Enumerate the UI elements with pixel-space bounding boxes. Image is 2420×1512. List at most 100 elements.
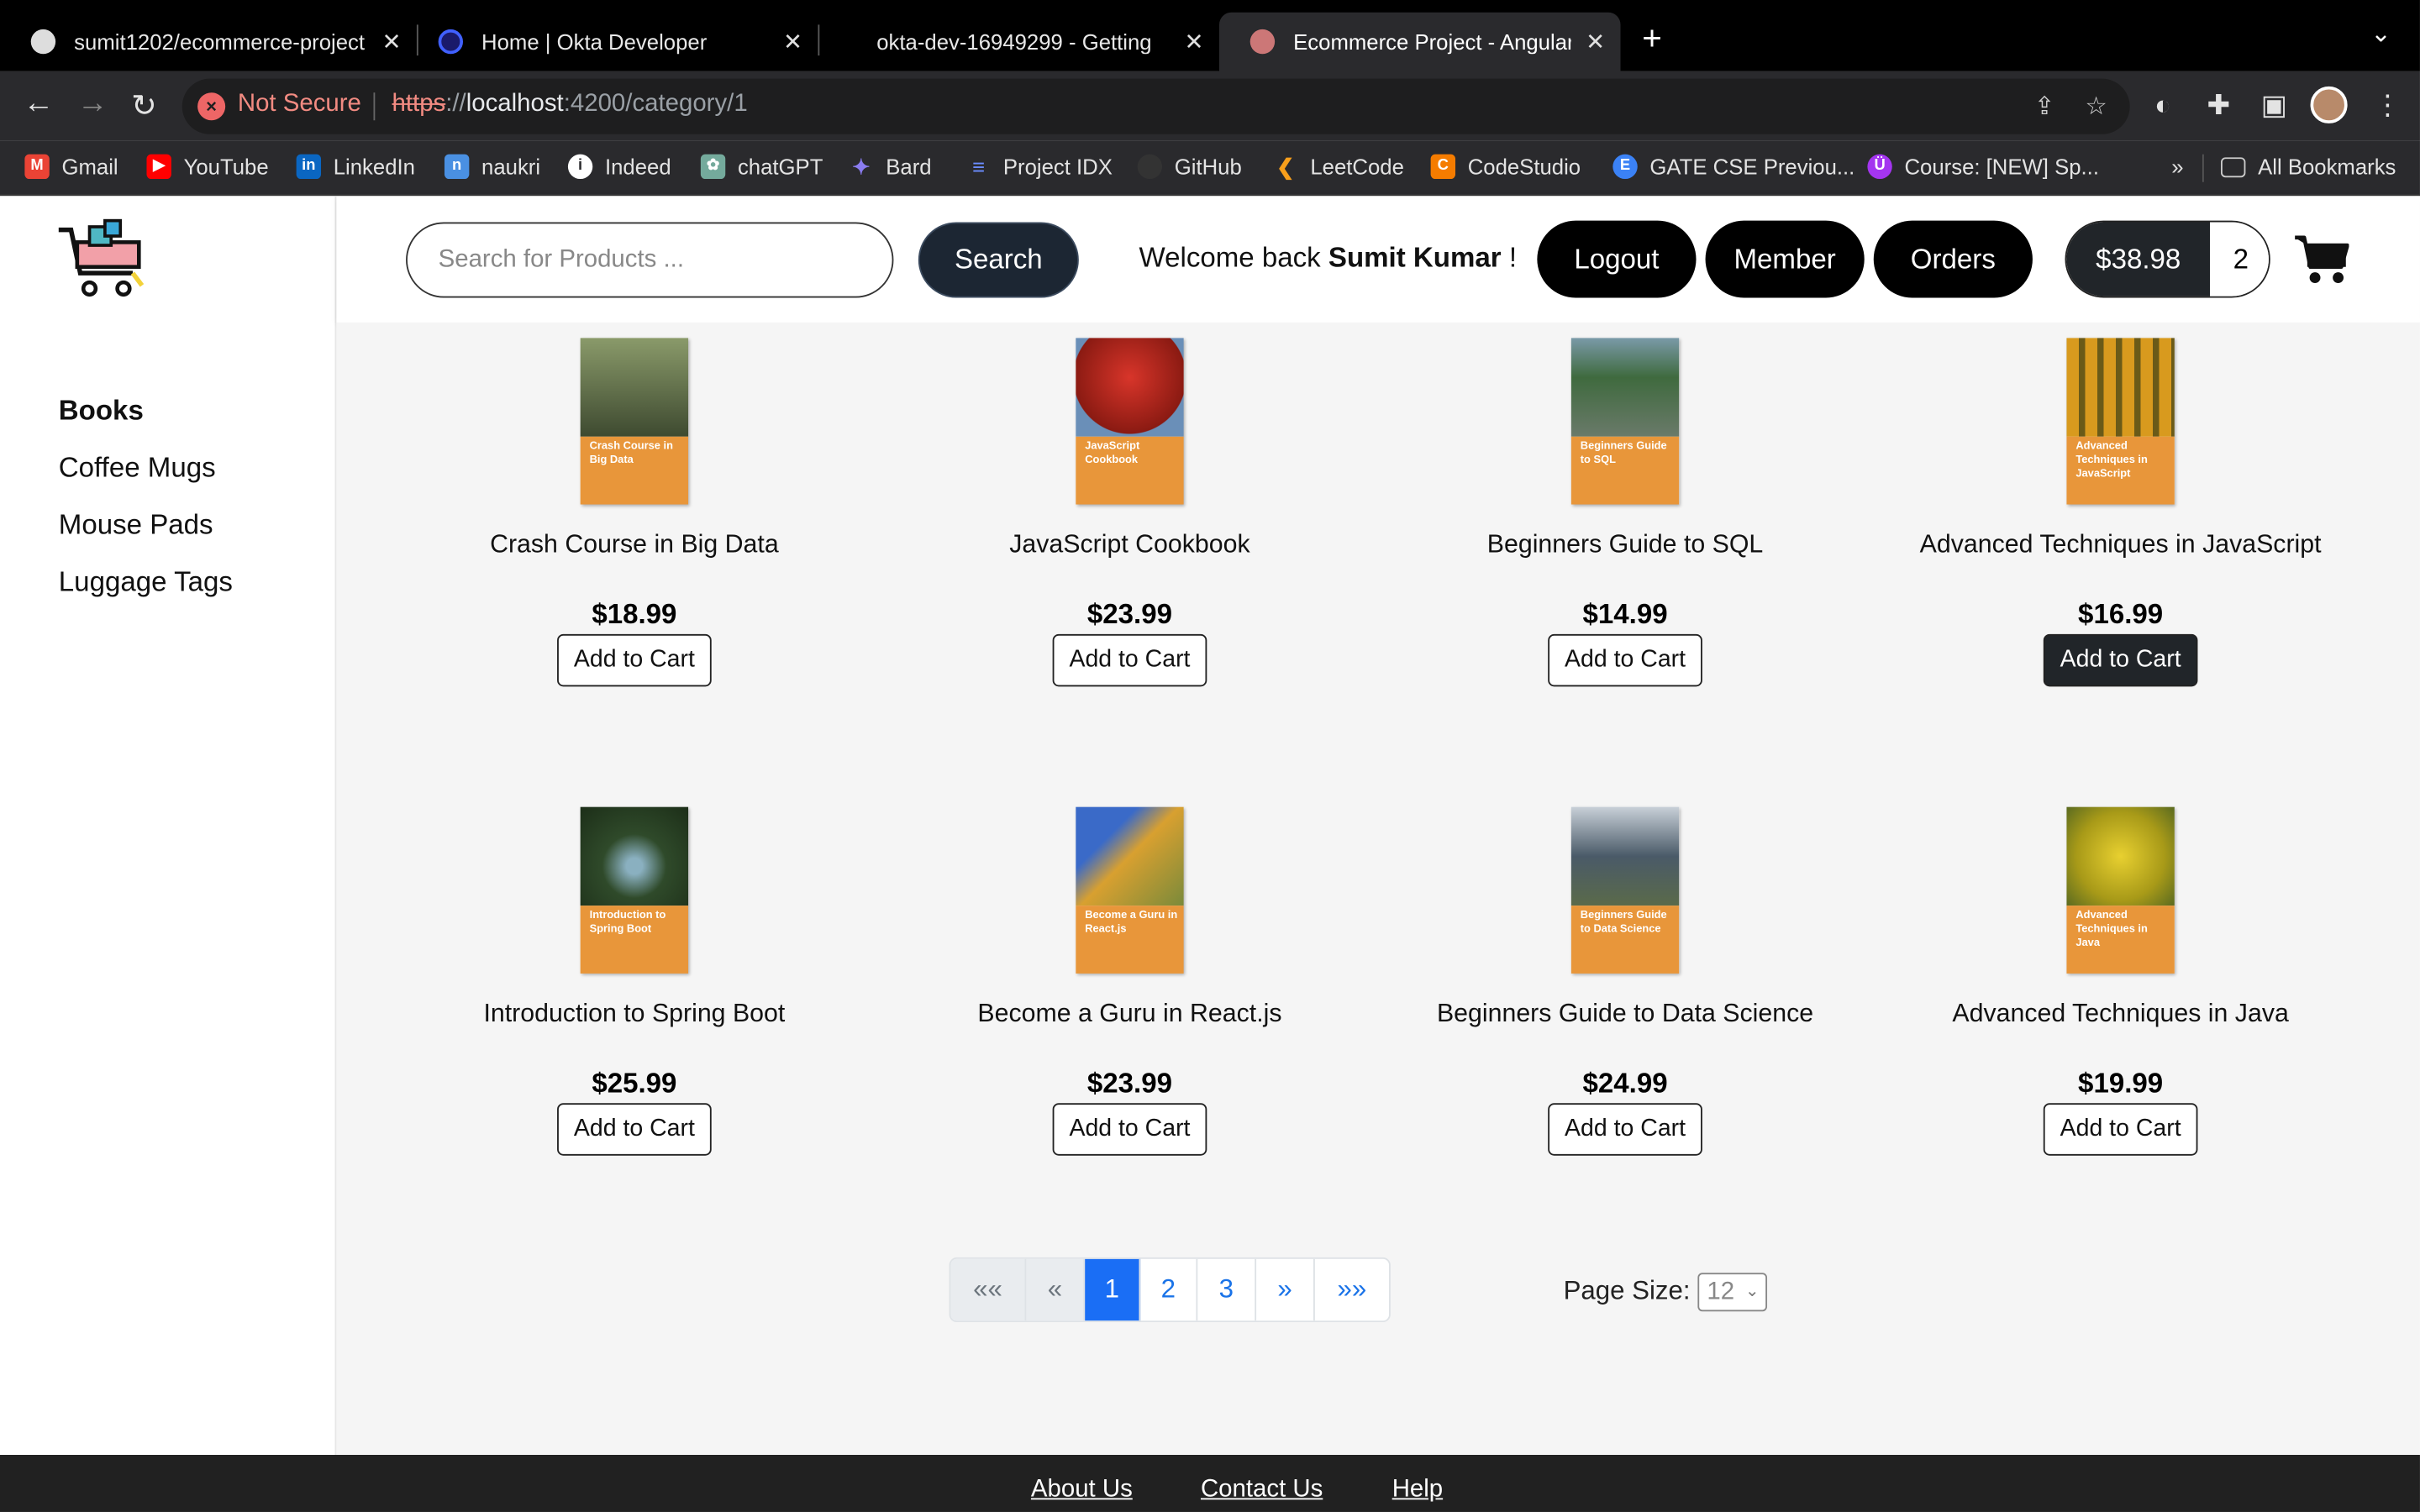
page-size-value: 12 xyxy=(1707,1278,1735,1305)
bookmark-youtube[interactable]: ▶ YouTube xyxy=(146,154,269,180)
cover-photo xyxy=(2066,806,2175,906)
product-price: $23.99 xyxy=(1086,598,1173,630)
kebab-menu-icon[interactable]: ⋮ xyxy=(2374,90,2402,123)
page-1-button[interactable]: 1 xyxy=(1085,1258,1141,1321)
book-cover-image[interactable]: Introduction to Spring Boot xyxy=(580,806,689,974)
bookmark-codestudio[interactable]: C CodeStudio xyxy=(1430,154,1581,180)
logout-button[interactable]: Logout xyxy=(1537,220,1697,298)
cover-photo xyxy=(1570,806,1680,906)
search-input[interactable] xyxy=(406,222,894,298)
all-bookmarks-button[interactable]: All Bookmarks xyxy=(2221,155,2396,179)
product-name[interactable]: Beginners Guide to Data Science xyxy=(1394,1000,1857,1029)
first-page-button[interactable]: «« xyxy=(950,1258,1027,1321)
bookmark-label: Project IDX xyxy=(1002,154,1113,180)
page-size-select[interactable]: 12 ⌄ xyxy=(1697,1273,1768,1312)
page-2-button[interactable]: 2 xyxy=(1140,1258,1198,1321)
shop-cart-logo[interactable] xyxy=(55,218,148,304)
footer-link-contact-us[interactable]: Contact Us xyxy=(1201,1477,1323,1504)
sidebar-item-mouse-pads[interactable]: Mouse Pads xyxy=(59,509,213,542)
back-arrow-icon[interactable]: ← xyxy=(24,87,55,122)
cover-photo xyxy=(1076,338,1184,437)
bookmark-udemy-course[interactable]: Ü Course: [NEW] Sp... xyxy=(1867,154,2099,180)
browser-tab-okta-dev[interactable]: okta-dev-16949299 - Getting ✕ xyxy=(818,13,1219,71)
cover-photo xyxy=(2066,338,2175,437)
side-panel-icon[interactable]: ▣ xyxy=(2261,90,2287,123)
book-cover-image[interactable]: Beginners Guide to Data Science xyxy=(1570,806,1680,974)
bookmarks-overflow-icon[interactable]: » xyxy=(2171,155,2183,179)
product-name[interactable]: Advanced Techniques in Java xyxy=(1889,1000,2352,1029)
last-page-button[interactable]: »» xyxy=(1315,1259,1389,1320)
product-name[interactable]: Advanced Techniques in JavaScript xyxy=(1889,531,2352,560)
add-to-cart-button[interactable]: Add to Cart xyxy=(1052,1103,1207,1156)
site-footer: About Us Contact Us Help xyxy=(0,1455,2420,1512)
add-to-cart-button[interactable]: Add to Cart xyxy=(557,633,712,687)
product-name[interactable]: Beginners Guide to SQL xyxy=(1394,531,1857,560)
codestudio-icon: C xyxy=(1430,154,1456,180)
sidebar-item-luggage-tags[interactable]: Luggage Tags xyxy=(59,566,233,599)
next-page-button[interactable]: » xyxy=(1256,1258,1315,1321)
bookmark-indeed[interactable]: i Indeed xyxy=(567,154,671,180)
bookmark-linkedin[interactable]: in LinkedIn xyxy=(296,154,415,180)
bookmark-gate-cse[interactable]: E GATE CSE Previou... xyxy=(1612,154,1854,180)
product-price: $14.99 xyxy=(1582,598,1668,630)
bookmark-gmail[interactable]: M Gmail xyxy=(24,154,118,180)
product-name[interactable]: Become a Guru in React.js xyxy=(898,1000,1361,1029)
share-icon[interactable]: ⇪ xyxy=(2034,91,2055,122)
cart-status[interactable]: $38.98 2 xyxy=(2065,220,2270,298)
extension-circle-icon[interactable]: ◐ xyxy=(2154,90,2171,123)
add-to-cart-button[interactable]: Add to Cart xyxy=(1548,633,1702,687)
close-icon[interactable]: ✕ xyxy=(381,28,401,55)
browser-tab-github[interactable]: sumit1202/ecommerce-project ✕ xyxy=(0,13,417,71)
book-cover-image[interactable]: Advanced Techniques in JavaScript xyxy=(2066,338,2175,505)
book-cover-image[interactable]: JavaScript Cookbook xyxy=(1076,338,1184,505)
add-to-cart-button[interactable]: Add to Cart xyxy=(1548,1103,1702,1156)
search-button[interactable]: Search xyxy=(918,222,1079,298)
page-3-button[interactable]: 3 xyxy=(1197,1258,1257,1321)
extensions-puzzle-icon[interactable]: ✚ xyxy=(2207,90,2230,123)
close-icon[interactable]: ✕ xyxy=(783,28,802,55)
avatar[interactable] xyxy=(2310,86,2348,123)
address-bar[interactable]: × Not Secure https://localhost:4200/cate… xyxy=(182,78,2130,134)
forward-arrow-icon[interactable]: → xyxy=(77,87,108,122)
product-card: Introduction to Spring Boot Introduction… xyxy=(402,806,865,1156)
reload-icon[interactable]: ↻ xyxy=(131,87,157,125)
book-cover-image[interactable]: Advanced Techniques in Java xyxy=(2066,806,2175,974)
product-name[interactable]: Crash Course in Big Data xyxy=(402,531,865,560)
add-to-cart-button[interactable]: Add to Cart xyxy=(557,1103,712,1156)
add-to-cart-button[interactable]: Add to Cart xyxy=(1052,633,1207,687)
new-tab-icon[interactable]: + xyxy=(1642,18,1662,59)
previous-page-button[interactable]: « xyxy=(1026,1258,1086,1321)
product-name[interactable]: JavaScript Cookbook xyxy=(898,531,1361,560)
book-cover-image[interactable]: Crash Course in Big Data xyxy=(580,338,689,505)
orders-button[interactable]: Orders xyxy=(1873,220,2033,298)
bookmark-bard[interactable]: ✦ Bard xyxy=(849,155,932,179)
add-to-cart-button[interactable]: Add to Cart xyxy=(2043,633,2198,687)
browser-tab-okta-home[interactable]: Home | Okta Developer ✕ xyxy=(408,13,818,71)
chevron-down-icon[interactable]: ⌄ xyxy=(2370,18,2391,50)
bookmark-leetcode[interactable]: ❮ LeetCode xyxy=(1273,155,1404,179)
url-text[interactable]: https://localhost:4200/category/1 xyxy=(392,91,748,118)
close-icon[interactable]: ✕ xyxy=(1185,28,1204,55)
product-name[interactable]: Introduction to Spring Boot xyxy=(402,1000,865,1029)
star-icon[interactable]: ☆ xyxy=(2085,91,2107,122)
close-icon[interactable]: ✕ xyxy=(1586,28,1605,55)
book-cover-image[interactable]: Become a Guru in React.js xyxy=(1076,806,1184,974)
gate-icon: E xyxy=(1612,154,1638,180)
bookmark-project-idx[interactable]: ≡ Project IDX xyxy=(966,155,1113,179)
tab-title: okta-dev-16949299 - Getting xyxy=(876,29,1152,55)
sidebar-item-books[interactable]: Books xyxy=(59,395,144,428)
footer-link-help[interactable]: Help xyxy=(1392,1477,1443,1504)
product-price: $24.99 xyxy=(1582,1067,1668,1099)
sidebar-item-coffee-mugs[interactable]: Coffee Mugs xyxy=(59,452,216,485)
bookmark-chatgpt[interactable]: ✿ chatGPT xyxy=(700,154,823,180)
add-to-cart-button[interactable]: Add to Cart xyxy=(2043,1103,2198,1156)
bookmark-naukri[interactable]: n naukri xyxy=(444,154,540,180)
browser-tab-ecommerce[interactable]: Ecommerce Project - Angular ✕ xyxy=(1218,12,1621,71)
cart-quantity: 2 xyxy=(2210,222,2269,297)
book-cover-image[interactable]: Beginners Guide to SQL xyxy=(1570,338,1680,505)
bookmark-github[interactable]: GitHub xyxy=(1137,154,1242,180)
footer-link-about-us[interactable]: About Us xyxy=(1031,1477,1133,1504)
cover-photo xyxy=(1570,338,1680,437)
cart-icon[interactable] xyxy=(2293,233,2349,285)
member-button[interactable]: Member xyxy=(1705,220,1865,298)
